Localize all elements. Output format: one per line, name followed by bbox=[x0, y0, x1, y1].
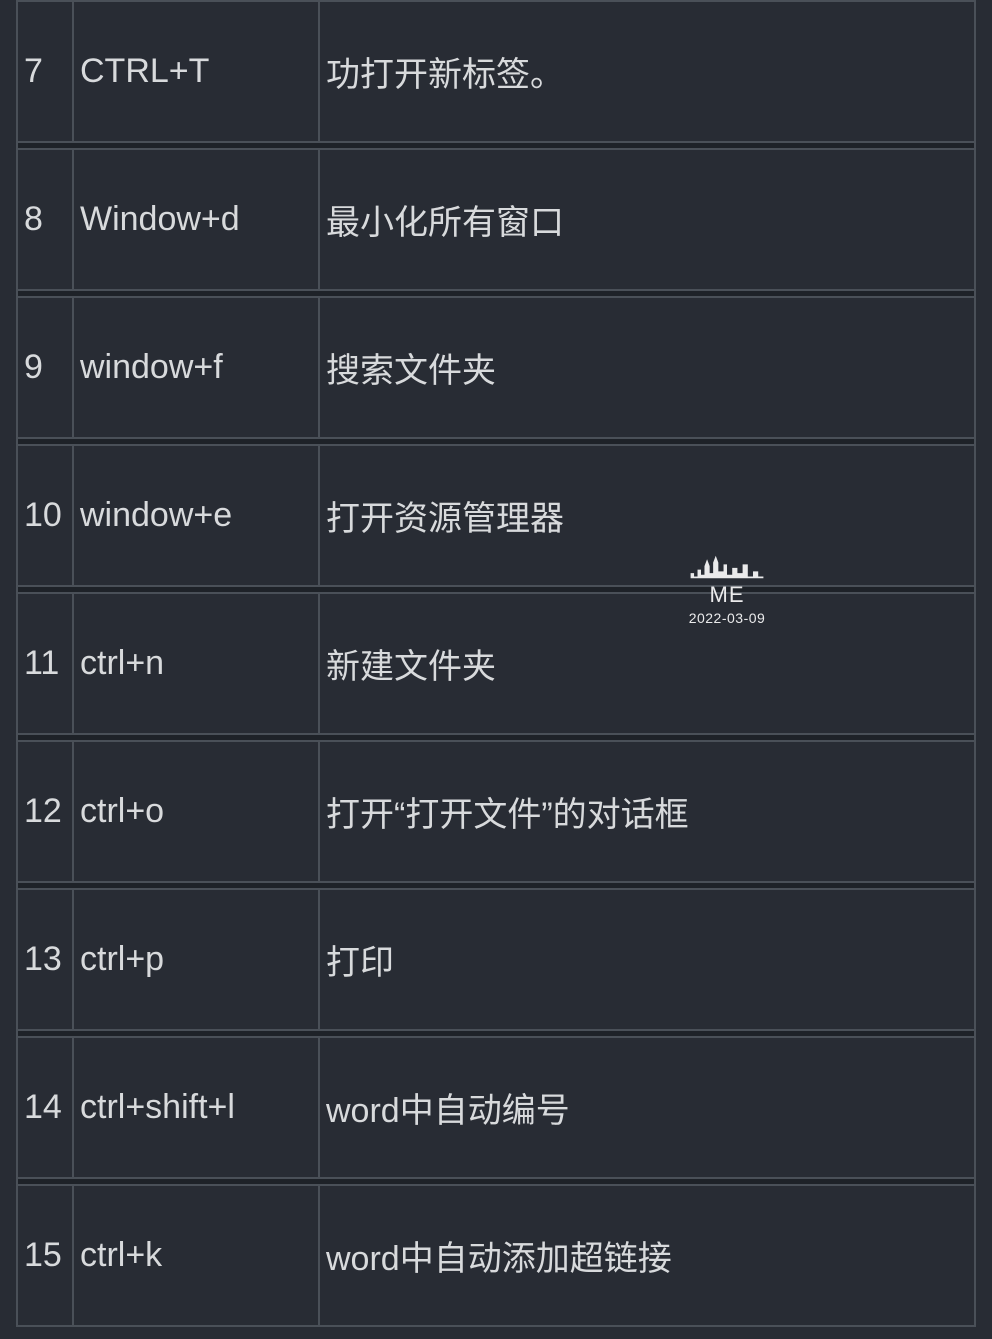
row-separator bbox=[17, 290, 975, 297]
row-separator bbox=[17, 586, 975, 593]
row-number: 14 bbox=[17, 1037, 73, 1178]
shortcut-description: word中自动编号 bbox=[319, 1037, 975, 1178]
shortcut-description: 搜索文件夹 bbox=[319, 297, 975, 438]
shortcut-description: 新建文件夹 bbox=[319, 593, 975, 734]
shortcut-key: ctrl+shift+l bbox=[73, 1037, 319, 1178]
table-row: 7CTRL+T功打开新标签。 bbox=[17, 1, 975, 142]
row-separator bbox=[17, 1178, 975, 1185]
row-number: 11 bbox=[17, 593, 73, 734]
shortcut-description: 打开“打开文件”的对话框 bbox=[319, 741, 975, 882]
table-row: 15ctrl+kword中自动添加超链接 bbox=[17, 1185, 975, 1326]
row-number: 7 bbox=[17, 1, 73, 142]
shortcut-key: ctrl+p bbox=[73, 889, 319, 1030]
table-row: 11ctrl+n新建文件夹 bbox=[17, 593, 975, 734]
row-separator bbox=[17, 734, 975, 741]
shortcut-key: window+e bbox=[73, 445, 319, 586]
row-number: 10 bbox=[17, 445, 73, 586]
shortcut-key: ctrl+o bbox=[73, 741, 319, 882]
shortcut-table: 7CTRL+T功打开新标签。8Window+d最小化所有窗口9window+f搜… bbox=[16, 0, 976, 1327]
table-row: 8Window+d最小化所有窗口 bbox=[17, 149, 975, 290]
row-separator bbox=[17, 882, 975, 889]
shortcut-table-container: 7CTRL+T功打开新标签。8Window+d最小化所有窗口9window+f搜… bbox=[0, 0, 992, 1327]
table-row: 10window+e打开资源管理器 bbox=[17, 445, 975, 586]
row-number: 15 bbox=[17, 1185, 73, 1326]
shortcut-key: window+f bbox=[73, 297, 319, 438]
shortcut-description: 功打开新标签。 bbox=[319, 1, 975, 142]
row-number: 9 bbox=[17, 297, 73, 438]
table-row: 12ctrl+o打开“打开文件”的对话框 bbox=[17, 741, 975, 882]
row-number: 13 bbox=[17, 889, 73, 1030]
shortcut-description: 打印 bbox=[319, 889, 975, 1030]
shortcut-description: 最小化所有窗口 bbox=[319, 149, 975, 290]
shortcut-key: ctrl+n bbox=[73, 593, 319, 734]
row-separator bbox=[17, 1030, 975, 1037]
row-number: 12 bbox=[17, 741, 73, 882]
shortcut-description: word中自动添加超链接 bbox=[319, 1185, 975, 1326]
table-row: 13ctrl+p打印 bbox=[17, 889, 975, 1030]
shortcut-key: Window+d bbox=[73, 149, 319, 290]
row-number: 8 bbox=[17, 149, 73, 290]
shortcut-key: ctrl+k bbox=[73, 1185, 319, 1326]
shortcut-key: CTRL+T bbox=[73, 1, 319, 142]
table-row: 14ctrl+shift+lword中自动编号 bbox=[17, 1037, 975, 1178]
shortcut-description: 打开资源管理器 bbox=[319, 445, 975, 586]
table-row: 9window+f搜索文件夹 bbox=[17, 297, 975, 438]
row-separator bbox=[17, 142, 975, 149]
row-separator bbox=[17, 438, 975, 445]
